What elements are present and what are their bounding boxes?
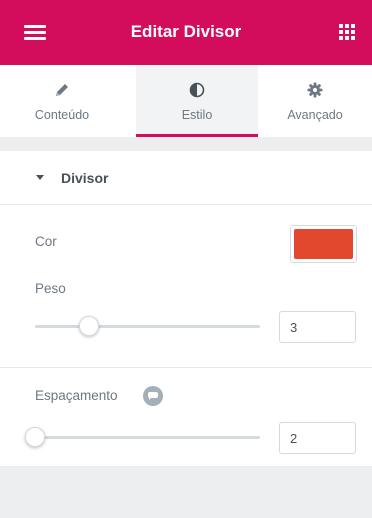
grid-apps-icon[interactable] (339, 24, 356, 41)
section-title: Divisor (61, 170, 109, 186)
weight-label: Peso (35, 281, 66, 296)
spacing-slider-handle[interactable] (25, 427, 45, 447)
tab-style[interactable]: Estilo (136, 65, 258, 137)
panel-footer-area (0, 466, 372, 518)
tab-advanced[interactable]: Avançado (258, 65, 372, 137)
half-circle-contrast-icon (189, 82, 205, 98)
tab-style-label: Estilo (181, 108, 213, 122)
weight-slider-track[interactable] (35, 325, 260, 328)
section-separator (0, 137, 372, 151)
gear-icon (307, 82, 323, 98)
spacing-label: Espaçamento (35, 388, 118, 403)
spacing-number-input[interactable] (279, 422, 356, 454)
editor-header: Editar Divisor (0, 0, 372, 65)
control-divider (0, 367, 372, 368)
caret-down-icon (36, 175, 44, 180)
section-divisor-header[interactable]: Divisor (0, 151, 372, 205)
color-picker-button[interactable] (290, 225, 357, 263)
panel-tabs: Conteúdo Estilo Avançado (0, 65, 372, 137)
panel-title: Editar Divisor (130, 22, 242, 41)
color-label: Cor (35, 234, 57, 249)
color-swatch (294, 229, 353, 259)
tab-content-label: Conteúdo (34, 108, 90, 122)
weight-slider-handle[interactable] (79, 316, 99, 336)
weight-number-input[interactable] (279, 311, 356, 343)
tab-advanced-label: Avançado (287, 108, 343, 122)
responsive-info-icon[interactable] (143, 386, 163, 406)
pencil-icon (56, 84, 68, 96)
tab-content[interactable]: Conteúdo (0, 65, 124, 137)
spacing-slider-track[interactable] (35, 436, 260, 439)
